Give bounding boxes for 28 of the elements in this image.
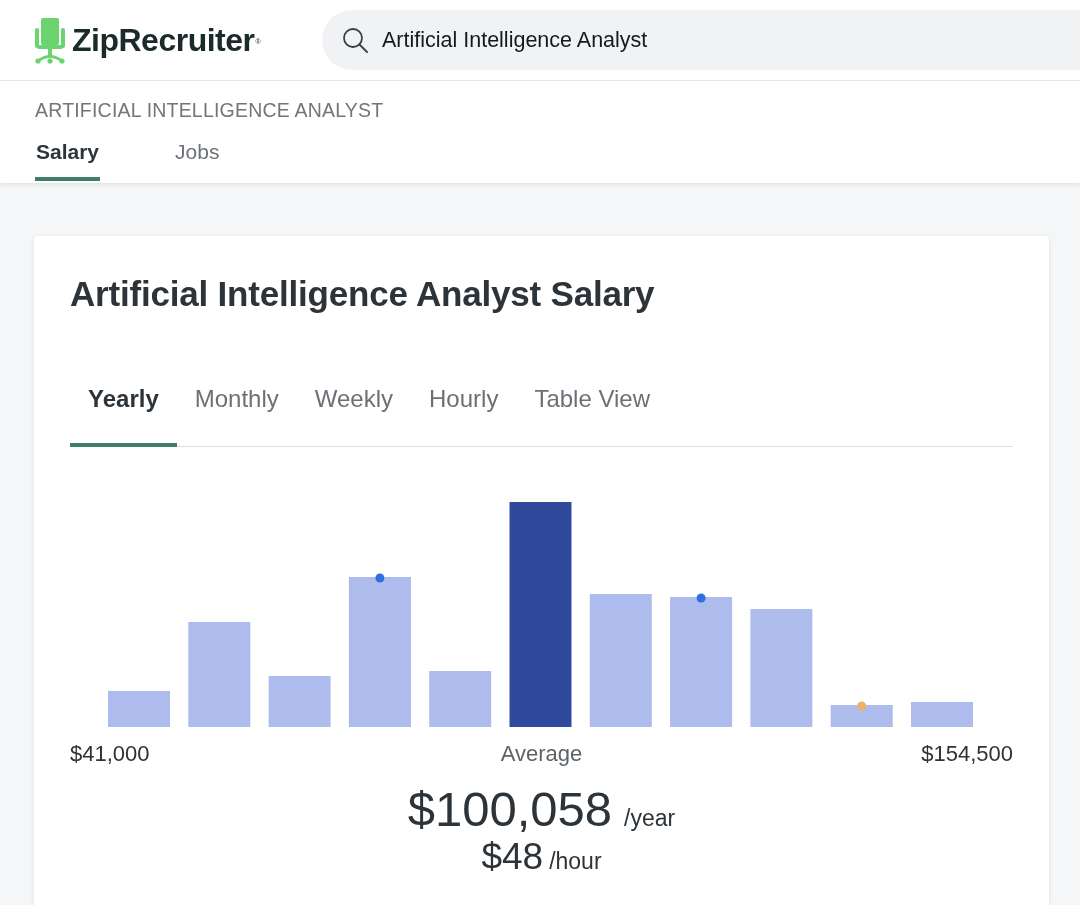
- average-yearly-salary: $100,058: [407, 781, 613, 837]
- tab[interactable]: Monthly: [176, 372, 297, 447]
- search-icon: [342, 27, 368, 53]
- tab[interactable]: Table View: [516, 372, 669, 447]
- tab[interactable]: Yearly: [70, 372, 177, 447]
- histogram-bar: [108, 691, 170, 727]
- histogram-bar: [911, 702, 973, 727]
- maximum-salary: $154,500: [921, 741, 1013, 767]
- tab[interactable]: Hourly: [411, 372, 517, 447]
- pay-unit: /hour: [549, 848, 602, 875]
- marker-icon: [857, 701, 867, 711]
- histogram-bar: [429, 671, 492, 727]
- marker-icon: [375, 573, 385, 583]
- histogram-bar: [830, 705, 893, 727]
- tab[interactable]: Salary: [35, 140, 101, 181]
- job-title-heading: ARTIFICIAL INTELLIGENCE ANALYST: [35, 99, 385, 121]
- salary-unit: /year: [624, 805, 676, 832]
- average-hourly-pay: $48: [481, 837, 544, 877]
- search-field[interactable]: Artificial Intelligence Analyst: [322, 10, 1080, 70]
- logo-wordmark[interactable]: ZipRecruiter: [72, 21, 255, 59]
- card-title: Artificial Intelligence Analyst Salary: [70, 274, 656, 314]
- chair-logo-icon: [35, 18, 65, 64]
- tab[interactable]: Jobs: [174, 140, 221, 181]
- minimum-salary: $41,000: [70, 741, 150, 767]
- average-label: Average: [500, 741, 583, 767]
- tab[interactable]: Weekly: [296, 372, 412, 447]
- marker-icon: [696, 593, 706, 603]
- histogram-bar: [268, 676, 331, 727]
